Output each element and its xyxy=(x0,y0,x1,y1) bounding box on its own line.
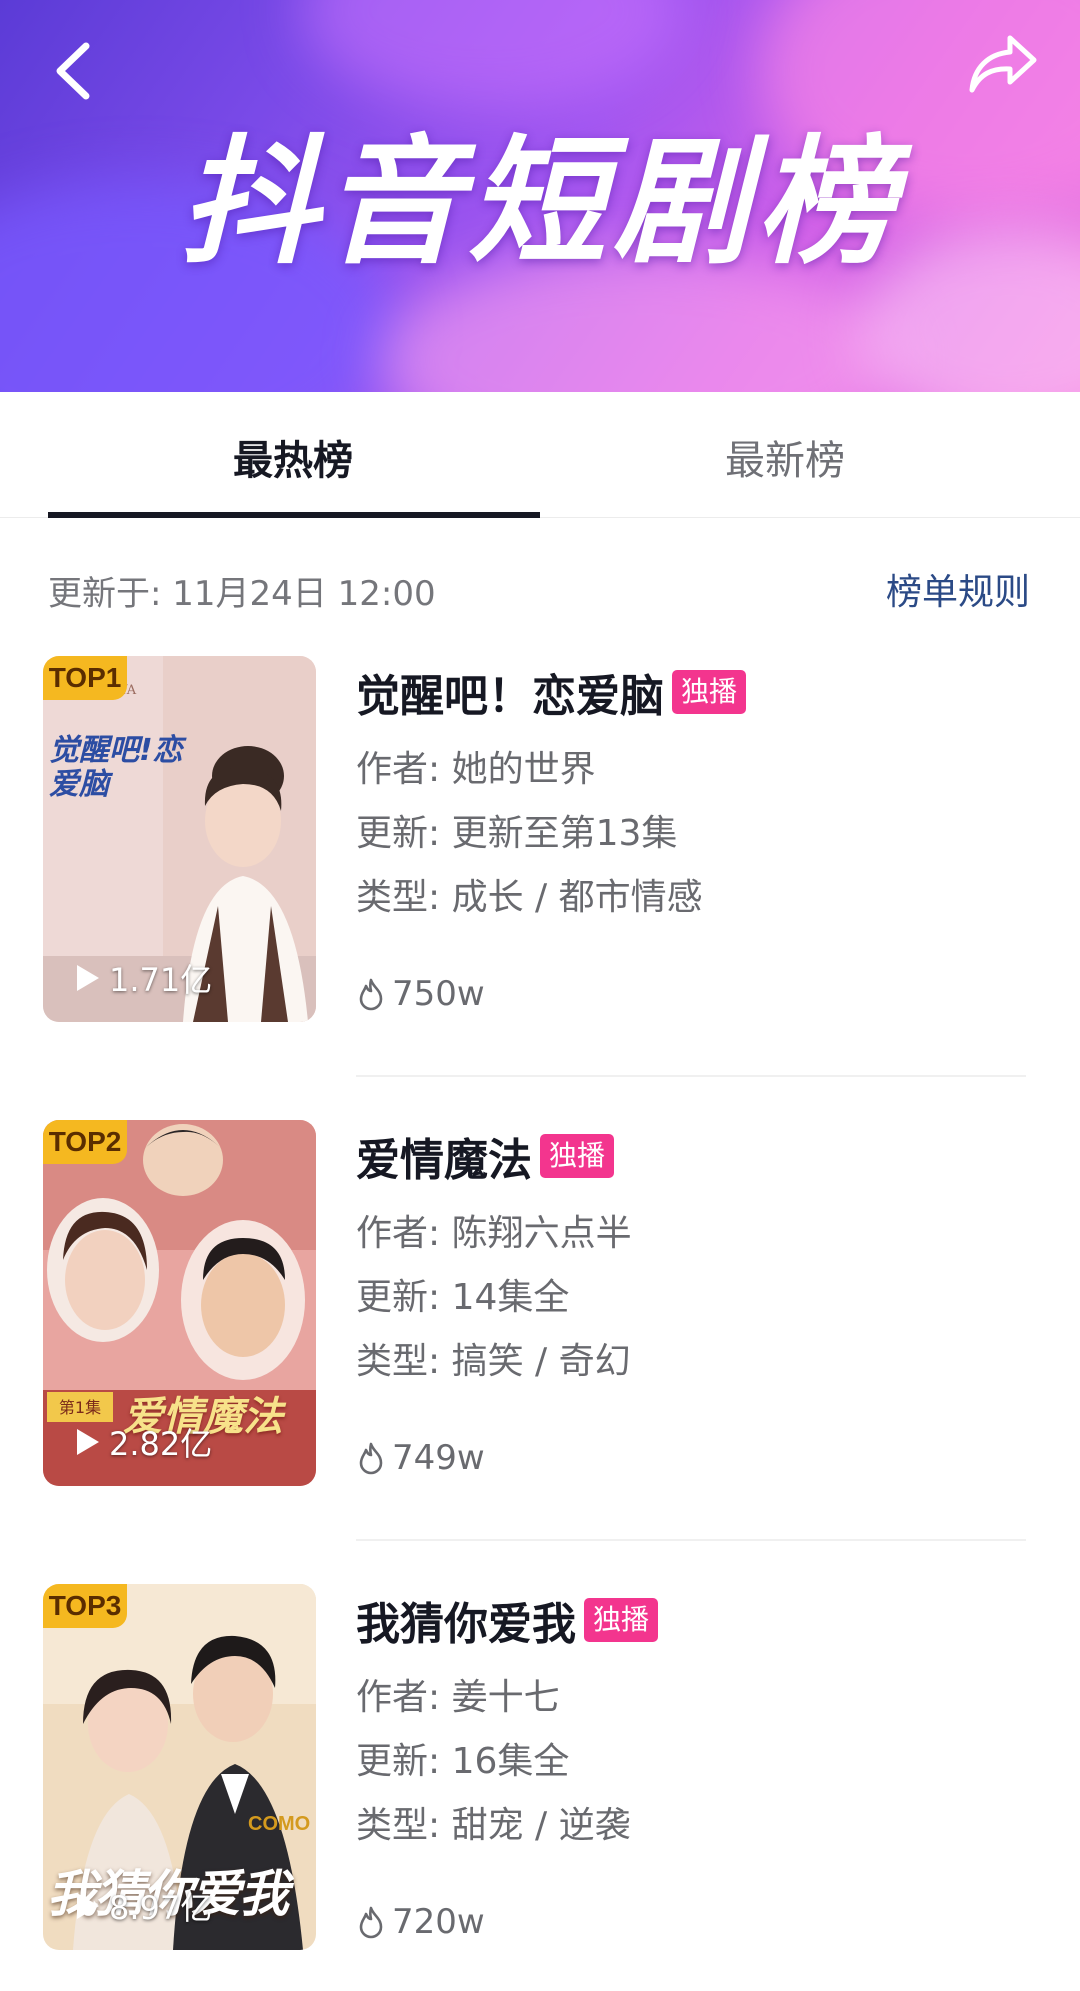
divider xyxy=(356,1075,1026,1077)
play-count: 1.71亿 xyxy=(75,958,213,999)
list-item[interactable]: PROYA 觉醒吧!恋爱脑 TOP1 1.71亿 觉醒吧！恋爱脑 独播 作者: … xyxy=(0,656,1080,1026)
item-update: 更新: 14集全 xyxy=(356,1277,570,1318)
update-time: 更新于: 11月24日 12:00 xyxy=(48,574,436,614)
play-icon xyxy=(77,1429,99,1455)
heat-value: 750w xyxy=(392,974,485,1014)
rank-badge: TOP2 xyxy=(43,1120,127,1164)
play-icon xyxy=(77,1893,99,1919)
poster-image[interactable]: PROYA 觉醒吧!恋爱脑 TOP1 1.71亿 xyxy=(43,656,316,1022)
flame-icon xyxy=(359,1906,383,1939)
exclusive-badge: 独播 xyxy=(672,670,747,714)
item-title[interactable]: 爱情魔法 xyxy=(356,1124,532,1188)
rank-badge: TOP1 xyxy=(43,656,127,700)
item-author: 作者: 姜十七 xyxy=(356,1677,560,1718)
play-count-value: 8.97亿 xyxy=(109,1889,213,1927)
rank-badge: TOP3 xyxy=(43,1584,127,1628)
poster-title-art: 觉醒吧!恋爱脑 xyxy=(49,733,183,802)
heat-score: 750w xyxy=(356,974,485,1014)
poster-image[interactable]: COMO 我猜你爱我 TOP3 8.97亿 xyxy=(43,1584,316,1950)
exclusive-badge: 独播 xyxy=(584,1598,659,1642)
page-title: 抖音短剧榜 xyxy=(179,122,900,283)
item-title[interactable]: 我猜你爱我 xyxy=(356,1588,576,1652)
svg-text:COMO: COMO xyxy=(248,1813,310,1835)
heat-score: 720w xyxy=(356,1902,485,1942)
play-count-value: 2.82亿 xyxy=(109,1425,213,1463)
item-update: 更新: 更新至第13集 xyxy=(356,813,678,854)
item-author: 作者: 她的世界 xyxy=(356,749,596,790)
tab-newest[interactable]: 最新榜 xyxy=(540,428,1030,486)
poster-image[interactable]: 第1集 爱情魔法 TOP2 2.82亿 xyxy=(43,1120,316,1486)
play-count-value: 1.71亿 xyxy=(109,961,213,999)
share-icon[interactable] xyxy=(966,32,1040,96)
active-tab-indicator xyxy=(48,512,540,518)
heat-score: 749w xyxy=(356,1438,485,1478)
item-title[interactable]: 觉醒吧！恋爱脑 xyxy=(356,660,664,724)
flame-icon xyxy=(359,1442,383,1475)
flame-icon xyxy=(359,978,383,1011)
tab-hottest[interactable]: 最热榜 xyxy=(48,428,538,486)
svg-text:第1集: 第1集 xyxy=(59,1398,101,1417)
heat-value: 749w xyxy=(392,1438,485,1478)
header-banner: 抖音短剧榜 xyxy=(0,0,1080,392)
play-count: 8.97亿 xyxy=(75,1886,213,1927)
item-genre: 类型: 甜宠 / 逆袭 xyxy=(356,1805,631,1846)
list-item[interactable]: COMO 我猜你爱我 TOP3 8.97亿 我猜你爱我 独播 作者: 姜十七 更… xyxy=(0,1584,1080,1954)
play-icon xyxy=(77,965,99,991)
rules-link[interactable]: 榜单规则 xyxy=(886,563,1030,615)
item-genre: 类型: 搞笑 / 奇幻 xyxy=(356,1341,631,1382)
item-update: 更新: 16集全 xyxy=(356,1741,570,1782)
play-count: 2.82亿 xyxy=(75,1422,213,1463)
divider xyxy=(356,1539,1026,1541)
list-item[interactable]: 第1集 爱情魔法 TOP2 2.82亿 爱情魔法 独播 作者: 陈翔六点半 更新… xyxy=(0,1120,1080,1490)
tab-bar: 最热榜 最新榜 xyxy=(0,392,1080,518)
item-genre: 类型: 成长 / 都市情感 xyxy=(356,877,703,918)
item-author: 作者: 陈翔六点半 xyxy=(356,1213,632,1254)
heat-value: 720w xyxy=(392,1902,485,1942)
exclusive-badge: 独播 xyxy=(540,1134,615,1178)
